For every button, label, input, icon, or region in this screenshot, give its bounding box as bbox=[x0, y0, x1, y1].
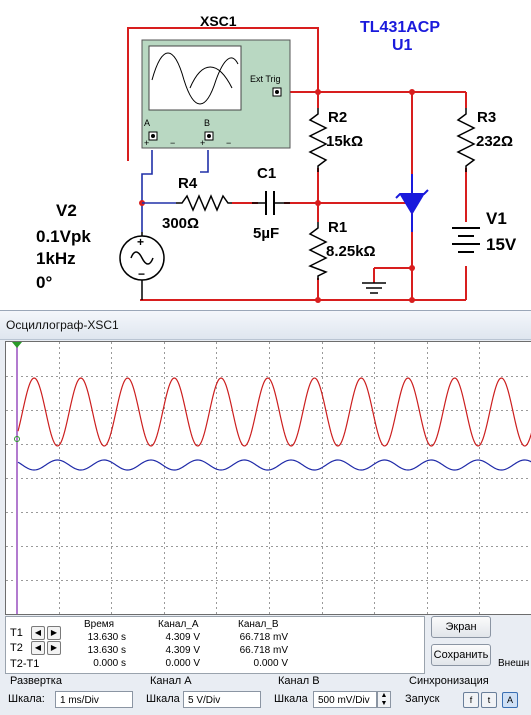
r4-name: R4 bbox=[178, 175, 198, 192]
t2-time: 13.630 s bbox=[87, 645, 126, 656]
v2-phase: 0° bbox=[36, 273, 52, 292]
v1-value: 15V bbox=[486, 235, 517, 254]
scope-titlebar[interactable]: Осциллограф-XSC1 bbox=[0, 311, 531, 340]
external-trigger-label: Внешн bbox=[498, 658, 530, 669]
col-channel-b-header: Канал_B bbox=[238, 619, 279, 630]
t1-left-arrow[interactable]: ◀ bbox=[31, 626, 45, 640]
t2-left-arrow[interactable]: ◀ bbox=[31, 641, 45, 655]
channel-b-scale-field[interactable]: 500 mV/Div bbox=[313, 691, 377, 708]
sync-source-a-toggle[interactable]: A bbox=[502, 692, 518, 708]
t2-t1-channel-b: 0.000 V bbox=[253, 658, 288, 669]
channel-b-scale-spinner[interactable]: ▲ ▼ bbox=[377, 691, 391, 708]
v1-name: V1 bbox=[486, 209, 507, 228]
oscilloscope-window: Осциллограф-XSC1 Время Канал_A Канал_B T… bbox=[0, 310, 531, 715]
resistor-r2[interactable]: R2 15kΩ bbox=[306, 108, 363, 172]
scope-a-plus: + bbox=[144, 138, 149, 148]
r1-name: R1 bbox=[328, 219, 347, 236]
scope-b-minus: − bbox=[226, 138, 231, 148]
ic-ref-label: U1 bbox=[392, 37, 413, 54]
t2-right-arrow[interactable]: ▶ bbox=[47, 641, 61, 655]
t2-t1-channel-a: 0.000 V bbox=[165, 658, 200, 669]
scope-ext-trig-label: Ext Trig bbox=[250, 74, 281, 84]
resistor-r1[interactable]: R1 8.25kΩ bbox=[306, 219, 376, 280]
r2-name: R2 bbox=[328, 109, 347, 126]
scope-terminal-b: B bbox=[204, 118, 210, 128]
channel-b-scale-label: Шкала bbox=[274, 693, 308, 705]
channel-b-trace bbox=[17, 459, 531, 471]
ac-source-v2[interactable]: + − V2 0.1Vpk 1kHz 0° bbox=[36, 201, 165, 300]
t2-t1-time: 0.000 s bbox=[93, 658, 126, 669]
timebase-title: Развертка bbox=[10, 675, 62, 687]
t2-channel-a: 4.309 V bbox=[165, 645, 200, 656]
scope-window-title: Осциллограф-XSC1 bbox=[6, 318, 119, 332]
t2-label: T2 bbox=[10, 642, 23, 654]
channel-a-scale-field[interactable]: 5 V/Div bbox=[183, 691, 261, 708]
col-time-header: Время bbox=[84, 619, 115, 630]
col-channel-a-header: Канал_A bbox=[158, 619, 199, 630]
t1-channel-b: 66.718 mV bbox=[239, 632, 288, 643]
r4-value: 300Ω bbox=[162, 215, 199, 232]
cursor-readout-panel: Время Канал_A Канал_B T1 ◀ ▶ 13.630 s 4.… bbox=[5, 616, 425, 674]
channel-b-title: Канал B bbox=[278, 675, 320, 687]
channel-a-scale-label: Шкала bbox=[146, 693, 180, 705]
schematic-canvas: XSC1 A B Ext Trig + − + − TL431ACP U1 R2… bbox=[36, 13, 517, 303]
oscilloscope-xsc1[interactable]: XSC1 A B Ext Trig + − + − bbox=[141, 13, 291, 149]
t1-right-arrow[interactable]: ▶ bbox=[47, 626, 61, 640]
cursor-t1-handle[interactable] bbox=[12, 342, 22, 348]
ic-part-label: TL431ACP bbox=[360, 19, 440, 36]
scope-a-minus: − bbox=[170, 138, 175, 148]
t1-label: T1 bbox=[10, 627, 23, 639]
screen-button[interactable]: Экран bbox=[431, 616, 491, 638]
timebase-scale-label: Шкала: bbox=[8, 693, 45, 705]
r2-value: 15kΩ bbox=[326, 133, 363, 150]
scope-name-label: XSC1 bbox=[200, 13, 237, 29]
sync-title: Синхронизация bbox=[409, 675, 489, 687]
v2-name: V2 bbox=[56, 201, 77, 220]
capacitor-c1[interactable]: C1 5µF bbox=[252, 165, 290, 242]
sync-start-label: Запуск bbox=[405, 693, 440, 705]
r3-value: 232Ω bbox=[476, 133, 513, 150]
v2-amplitude: 0.1Vpk bbox=[36, 227, 91, 246]
v2-frequency: 1kHz bbox=[36, 249, 76, 268]
sync-falling-edge-toggle[interactable]: t bbox=[481, 692, 497, 708]
ground-symbol bbox=[362, 282, 386, 294]
r1-value: 8.25kΩ bbox=[326, 243, 376, 260]
scope-display bbox=[5, 341, 531, 615]
resistor-r3[interactable]: R3 232Ω bbox=[454, 108, 513, 172]
r3-name: R3 bbox=[477, 109, 496, 126]
t2-channel-b: 66.718 mV bbox=[239, 645, 288, 656]
c1-name: C1 bbox=[257, 165, 276, 182]
channel-a-trace bbox=[17, 377, 531, 447]
resistor-r4[interactable]: R4 300Ω bbox=[142, 175, 232, 232]
dc-source-v1[interactable]: V1 15V bbox=[448, 209, 517, 266]
t2-t1-label: T2-T1 bbox=[10, 658, 40, 670]
scope-terminal-a: A bbox=[144, 118, 150, 128]
c1-value: 5µF bbox=[253, 225, 279, 242]
t1-channel-a: 4.309 V bbox=[165, 632, 200, 643]
t1-time: 13.630 s bbox=[87, 632, 126, 643]
save-button[interactable]: Сохранить bbox=[431, 644, 491, 666]
scope-plot bbox=[6, 342, 531, 614]
sync-rising-edge-toggle[interactable]: f bbox=[463, 692, 479, 708]
v2-plus: + bbox=[137, 235, 144, 249]
scope-b-plus: + bbox=[200, 138, 205, 148]
v2-minus: − bbox=[138, 267, 145, 281]
timebase-scale-field[interactable]: 1 ms/Div bbox=[55, 691, 133, 708]
channel-a-title: Канал A bbox=[150, 675, 192, 687]
